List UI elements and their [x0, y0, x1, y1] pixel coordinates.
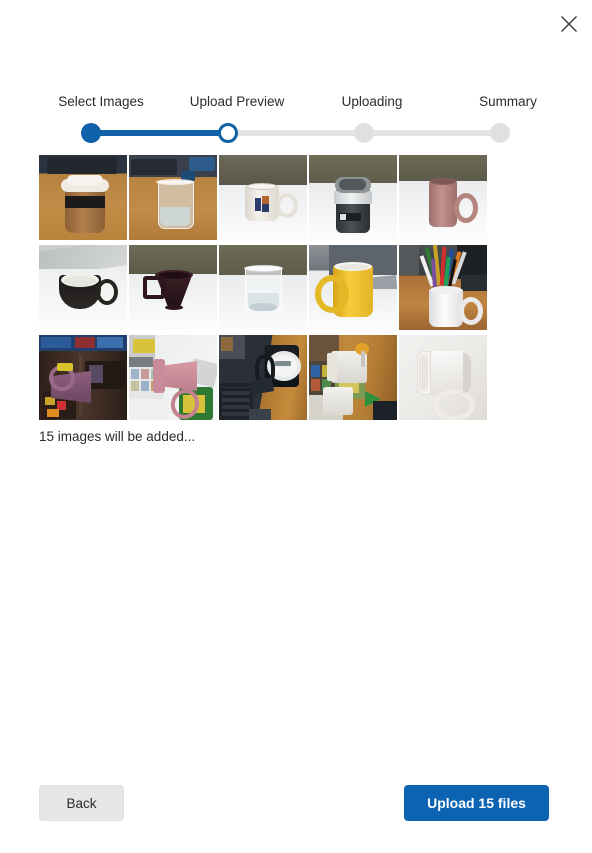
close-dialog-button[interactable] — [553, 8, 585, 40]
step-node-summary[interactable] — [490, 123, 510, 143]
thumbnail-6[interactable] — [39, 245, 127, 330]
thumbnail-9[interactable] — [309, 245, 397, 330]
step-node-upload-preview[interactable] — [218, 123, 238, 143]
thumbnail-11[interactable] — [39, 335, 127, 420]
stepper-track-progress — [91, 130, 228, 136]
upload-files-button[interactable]: Upload 15 files — [404, 785, 549, 821]
step-node-select-images[interactable] — [81, 123, 101, 143]
step-label-upload-preview: Upload Preview — [189, 94, 285, 109]
wizard-stepper: Select Images Upload Preview Uploading S… — [0, 58, 592, 143]
step-label-select-images: Select Images — [58, 94, 144, 109]
image-preview-grid — [39, 155, 487, 420]
thumbnail-5[interactable] — [399, 155, 487, 240]
thumbnail-8[interactable] — [219, 245, 307, 330]
upload-summary-caption: 15 images will be added... — [39, 429, 196, 444]
thumbnail-1[interactable] — [39, 155, 127, 240]
step-label-summary: Summary — [479, 94, 537, 109]
step-label-uploading: Uploading — [341, 94, 403, 109]
thumbnail-3[interactable] — [219, 155, 307, 240]
thumbnail-7[interactable] — [129, 245, 217, 330]
thumbnail-4[interactable] — [309, 155, 397, 240]
thumbnail-2[interactable] — [129, 155, 217, 240]
close-icon — [560, 15, 578, 33]
thumbnail-15[interactable] — [399, 335, 487, 420]
step-node-uploading[interactable] — [353, 123, 374, 143]
back-button[interactable]: Back — [39, 785, 124, 821]
thumbnail-13[interactable] — [219, 335, 307, 420]
thumbnail-10[interactable] — [399, 245, 487, 330]
stepper-track — [81, 123, 510, 143]
thumbnail-12[interactable] — [129, 335, 217, 420]
stepper-labels: Select Images Upload Preview Uploading S… — [0, 92, 592, 114]
thumbnail-14[interactable] — [309, 335, 397, 420]
